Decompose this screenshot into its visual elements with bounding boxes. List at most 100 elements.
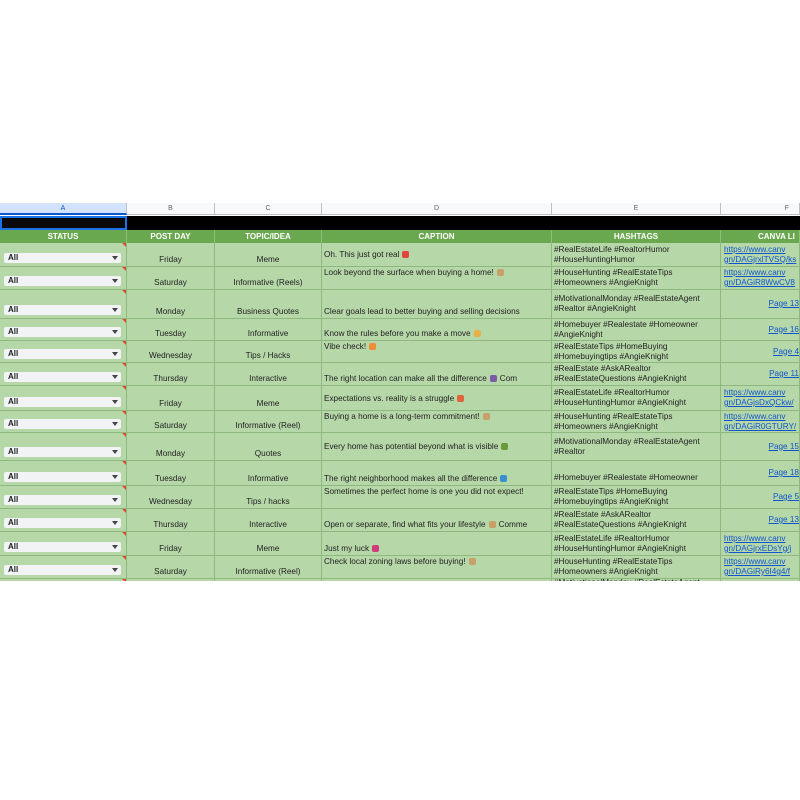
status-dropdown[interactable]: All — [4, 447, 121, 457]
canva-link[interactable]: gn/DAGjrxlTVSQ/ks — [724, 255, 799, 265]
caption-cell[interactable]: The right location can make all the diff… — [322, 363, 552, 385]
post-day-cell[interactable]: Wednesday — [127, 341, 215, 362]
column-header-a[interactable]: A — [0, 203, 127, 215]
status-dropdown[interactable]: All — [4, 565, 121, 575]
hashtags-cell[interactable]: #MotivationalMonday #RealEstateAgent #Rea… — [552, 433, 721, 460]
status-dropdown[interactable]: All — [4, 253, 121, 263]
caption-cell[interactable]: Check local zoning laws before buying! — [322, 556, 552, 578]
hashtags-cell[interactable]: #Homebuyer #Realestate #Homeowner — [552, 461, 721, 485]
column-header-f[interactable]: F — [721, 203, 800, 215]
topic-cell[interactable]: Interactive — [215, 363, 322, 385]
caption-cell[interactable]: Oh. This just got real — [322, 243, 552, 266]
canva-link[interactable]: https://www.canv — [724, 268, 799, 278]
topic-cell[interactable]: Informative (Reels) — [215, 267, 322, 289]
hashtags-cell[interactable]: #Homebuyer #Realestate #Homeowner #AngieK… — [552, 319, 721, 340]
topic-cell[interactable]: Meme — [215, 532, 322, 555]
column-header-c[interactable]: C — [215, 203, 322, 215]
caption-cell[interactable]: Every home has potential beyond what is … — [322, 433, 552, 460]
caption-cell[interactable]: Clear goals lead to better buying and se… — [322, 290, 552, 318]
status-dropdown[interactable]: All — [4, 419, 121, 429]
post-day-cell[interactable]: Saturday — [127, 411, 215, 432]
canva-link[interactable]: Page 15 — [768, 442, 799, 452]
status-dropdown[interactable]: All — [4, 305, 121, 315]
canva-link[interactable]: gn/DAGjrxEDsYg/j — [724, 544, 799, 554]
topic-cell[interactable]: Informative (Reel) — [215, 411, 322, 432]
caption-cell[interactable]: The right neighborhood makes all the dif… — [322, 461, 552, 485]
post-day-cell[interactable]: Tuesday — [127, 319, 215, 340]
status-dropdown[interactable]: All — [4, 372, 121, 382]
hashtags-cell[interactable]: #RealEstateTips #HomeBuying #Homebuyingti… — [552, 486, 721, 508]
post-day-cell[interactable]: Friday — [127, 532, 215, 555]
hashtags-cell[interactable]: #RealEstate #AskARealtor #RealEstateQuest… — [552, 363, 721, 385]
topic-cell[interactable]: Informative — [215, 319, 322, 340]
post-day-cell[interactable]: Wednesday — [127, 486, 215, 508]
status-dropdown[interactable]: All — [4, 495, 121, 505]
topic-cell[interactable]: Tips / hacks — [215, 486, 322, 508]
hashtags-cell[interactable]: #MotivationalMonday #RealEstateAgent #Rea… — [552, 290, 721, 318]
post-day-cell[interactable]: Saturday — [127, 267, 215, 289]
post-day-cell[interactable]: Thursday — [127, 509, 215, 531]
caption-cell[interactable]: Open or separate, find what fits your li… — [322, 509, 552, 531]
canva-link[interactable]: gn/DAGiR8WwCV8 — [724, 278, 799, 288]
canva-link[interactable]: Page 13 — [768, 515, 799, 525]
canva-link[interactable]: Page 11 — [769, 369, 799, 379]
caption-cell[interactable]: Sometimes the perfect home is one you di… — [322, 486, 552, 508]
status-dropdown[interactable]: All — [4, 327, 121, 337]
canva-link[interactable]: https://www.canv — [724, 534, 799, 544]
topic-cell[interactable]: Meme — [215, 386, 322, 410]
caption-cell[interactable]: Expectations vs. reality is a struggle — [322, 386, 552, 410]
post-day-cell[interactable]: Saturday — [127, 556, 215, 578]
canva-link[interactable]: gn/DAGiR0GTURY/ — [724, 422, 799, 432]
status-dropdown[interactable]: All — [4, 397, 121, 407]
topic-cell[interactable]: Informative — [215, 461, 322, 485]
hashtags-cell[interactable]: #MotivationalMonday #RealEstateAgent — [552, 579, 721, 581]
canva-link[interactable]: Page 13 — [768, 299, 799, 309]
canva-link[interactable]: https://www.canv — [724, 245, 799, 255]
post-day-cell[interactable]: Thursday — [127, 363, 215, 385]
column-header-e[interactable]: E — [552, 203, 721, 215]
caption-cell[interactable]: Know the rules before you make a move — [322, 319, 552, 340]
canva-link[interactable]: Page 4 — [773, 347, 799, 357]
hashtags-cell[interactable]: #RealEstateLife #RealtorHumor #HouseHunti… — [552, 243, 721, 266]
topic-cell[interactable]: Meme — [215, 243, 322, 266]
post-day-cell[interactable]: Tuesday — [127, 461, 215, 485]
canva-link[interactable]: https://www.canv — [724, 412, 799, 422]
post-day-cell[interactable]: Friday — [127, 243, 215, 266]
column-header-d[interactable]: D — [322, 203, 552, 215]
status-dropdown[interactable]: All — [4, 542, 121, 552]
canva-link[interactable]: Page 5 — [773, 492, 799, 502]
status-dropdown[interactable]: All — [4, 518, 121, 528]
status-dropdown[interactable]: All — [4, 276, 121, 286]
hashtags-cell[interactable]: #RealEstateLife #RealtorHumor #HouseHunti… — [552, 386, 721, 410]
topic-cell[interactable]: Tips / Hacks — [215, 341, 322, 362]
topic-cell[interactable]: Informative (Reel) — [215, 556, 322, 578]
post-day-cell[interactable]: Monday — [127, 290, 215, 318]
canva-link[interactable]: https://www.canv — [724, 557, 799, 567]
column-header-b[interactable]: B — [127, 203, 215, 215]
canva-link[interactable]: https://www.canv — [724, 388, 799, 398]
topic-cell[interactable]: Business Quotes — [215, 290, 322, 318]
empty-cell[interactable] — [127, 579, 215, 581]
canva-link[interactable]: Page 16 — [768, 325, 799, 335]
canva-link[interactable]: gn/DAGiRy6I4g4/f — [724, 567, 799, 577]
hashtags-cell[interactable]: #RealEstate #AskARealtor #RealEstateQuest… — [552, 509, 721, 531]
hashtags-cell[interactable]: #HouseHunting #RealEstateTips #Homeowners… — [552, 556, 721, 578]
caption-cell[interactable]: Buying a home is a long-term commitment! — [322, 411, 552, 432]
canva-link[interactable]: gn/DAGjsDxQCkw/ — [724, 398, 799, 408]
caption-cell[interactable]: Vibe check! — [322, 341, 552, 362]
caption-cell[interactable]: Look beyond the surface when buying a ho… — [322, 267, 552, 289]
empty-cell[interactable] — [322, 579, 552, 581]
post-day-cell[interactable]: Friday — [127, 386, 215, 410]
hashtags-cell[interactable]: #RealEstateTips #HomeBuying #Homebuyingti… — [552, 341, 721, 362]
status-dropdown[interactable]: All — [4, 472, 121, 482]
post-day-cell[interactable]: Monday — [127, 433, 215, 460]
topic-cell[interactable]: Interactive — [215, 509, 322, 531]
hashtags-cell[interactable]: #HouseHunting #RealEstateTips #Homeowners… — [552, 267, 721, 289]
selected-cell-a1[interactable] — [0, 216, 127, 230]
status-dropdown[interactable]: All — [4, 349, 121, 359]
topic-cell[interactable]: Quotes — [215, 433, 322, 460]
canva-link[interactable]: Page 18 — [768, 468, 799, 478]
hashtags-cell[interactable]: #RealEstateLife #RealtorHumor #HouseHunti… — [552, 532, 721, 555]
empty-cell[interactable] — [215, 579, 322, 581]
caption-cell[interactable]: Just my luck — [322, 532, 552, 555]
